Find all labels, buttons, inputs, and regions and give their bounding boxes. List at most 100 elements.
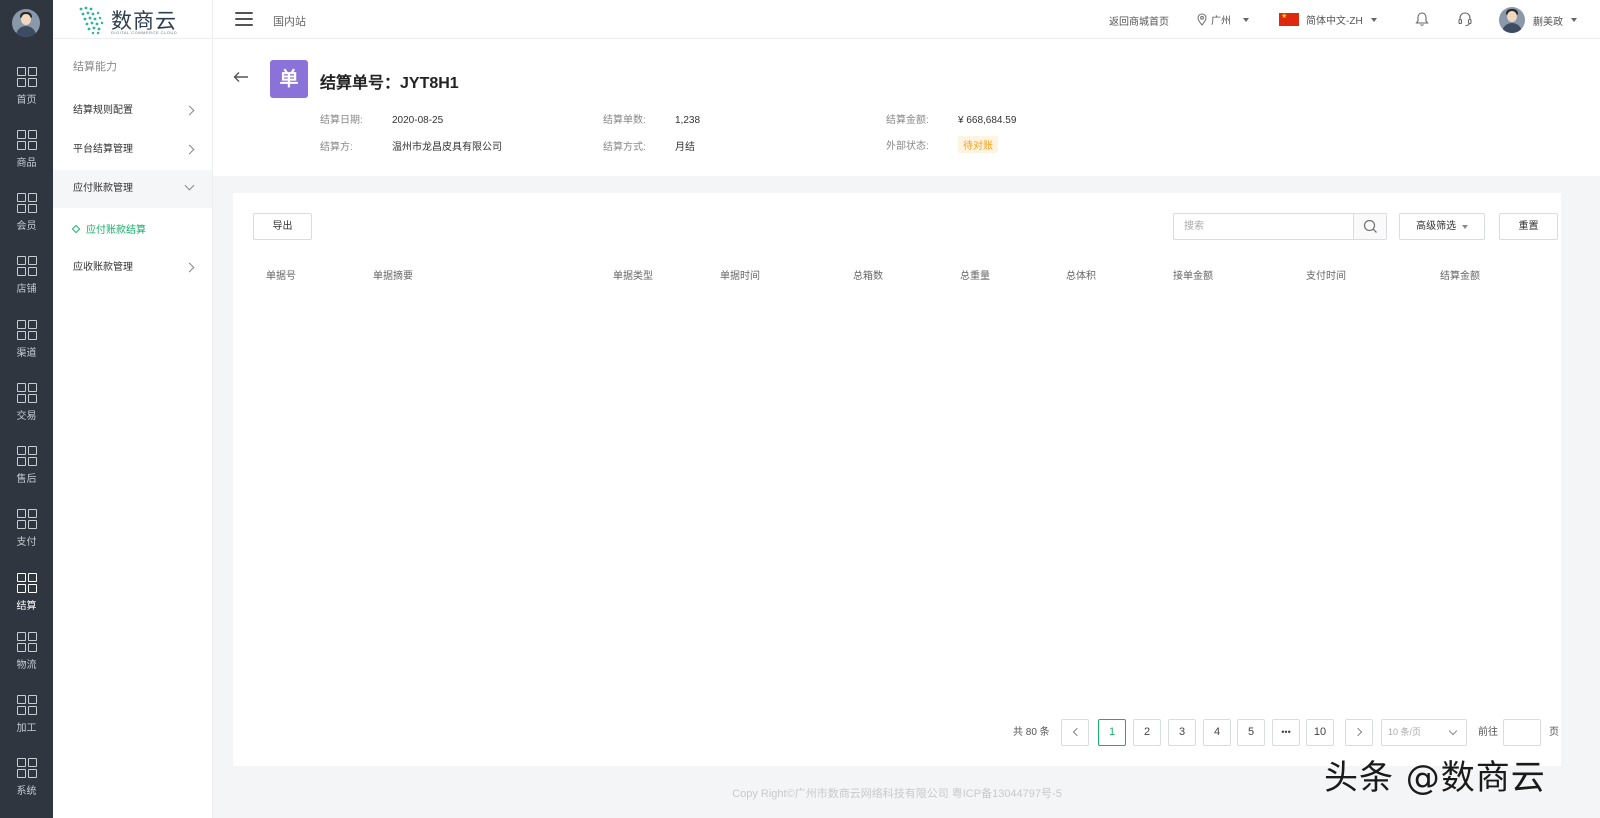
meta-value: ¥ 668,684.59 — [958, 115, 1017, 126]
column-header[interactable]: 单据号 — [266, 267, 296, 282]
meta-key: 外部状态: — [886, 141, 929, 152]
rail-item-trade[interactable]: 交易 — [0, 383, 53, 439]
back-to-mall-link[interactable]: 返回商城首页 — [1109, 13, 1169, 28]
page-unit-label: 页 — [1549, 727, 1559, 738]
table-header: 单据号 单据摘要 单据类型 单据时间 总箱数 总重量 总体积 接单金额 支付时间… — [233, 267, 1561, 287]
page-button[interactable]: 1 — [1098, 719, 1126, 746]
chevron-right-icon — [1353, 727, 1362, 737]
sidebar-item-label: 结算规则配置 — [73, 105, 133, 116]
logo[interactable]: 数商云 DIGITAL COMMERCE CLOUD — [77, 3, 197, 37]
back-arrow-icon[interactable] — [233, 71, 249, 83]
logo-mark-icon — [79, 6, 104, 35]
menu-toggle-icon[interactable] — [235, 12, 253, 26]
chevron-down-icon — [184, 180, 195, 191]
rail-item-home[interactable]: 首页 — [0, 67, 53, 123]
grid-icon — [16, 383, 37, 403]
page-button[interactable]: 10 — [1306, 719, 1334, 746]
rail-item-label: 物流 — [16, 660, 37, 671]
status-badge: 待对账 — [958, 136, 998, 153]
rail-item-label: 结算 — [16, 601, 37, 612]
column-header[interactable]: 单据摘要 — [373, 267, 413, 282]
page-button[interactable]: 2 — [1133, 719, 1161, 746]
chevron-right-icon — [184, 262, 195, 273]
language-selector[interactable]: 简体中文-ZH — [1279, 12, 1377, 27]
grid-icon — [16, 758, 37, 778]
rail-item-payment[interactable]: 支付 — [0, 509, 53, 565]
sidebar-item-receivables[interactable]: 应收账款管理 — [53, 249, 212, 287]
headset-icon[interactable] — [1457, 11, 1473, 27]
column-header[interactable]: 单据时间 — [720, 267, 760, 282]
rail-item-label: 首页 — [16, 95, 37, 106]
column-header[interactable]: 总箱数 — [853, 267, 883, 282]
sidebar-item-platform-settlement[interactable]: 平台结算管理 — [53, 131, 212, 169]
rail-item-settlement[interactable]: 结算 — [0, 573, 53, 629]
rail-item-label: 加工 — [16, 723, 37, 734]
top-header: 数商云 DIGITAL COMMERCE CLOUD 国内站 返回商城首页 广州… — [53, 0, 1600, 39]
column-header[interactable]: 结算金额 — [1440, 267, 1480, 282]
meta-value: 温州市龙昌皮具有限公司 — [392, 142, 502, 153]
column-header[interactable]: 单据类型 — [613, 267, 653, 282]
grid-icon — [16, 695, 37, 715]
page-button[interactable]: 4 — [1203, 719, 1231, 746]
rail-item-label: 系统 — [16, 786, 37, 797]
page-size-select[interactable]: 10 条/页 — [1381, 719, 1467, 746]
rail-item-label: 交易 — [16, 411, 37, 422]
advanced-filter-button[interactable]: 高级筛选 — [1399, 213, 1485, 240]
rail-item-products[interactable]: 商品 — [0, 130, 53, 186]
meta-settlement-date: 结算日期: 2020-08-25 — [320, 111, 443, 126]
rail-item-processing[interactable]: 加工 — [0, 695, 53, 751]
page-size-value: 10 条/页 — [1388, 727, 1422, 737]
diamond-icon — [71, 224, 81, 233]
rail-item-label: 支付 — [16, 537, 37, 548]
export-button[interactable]: 导出 — [253, 213, 312, 240]
sidebar-item-payables[interactable]: 应付账款管理 — [53, 170, 212, 208]
secondary-sidebar: 结算能力 结算规则配置 平台结算管理 应付账款管理 应付账款结算 应收账款管理 — [53, 39, 213, 818]
meta-key: 结算金额: — [886, 115, 929, 126]
goto-page-input[interactable] — [1503, 719, 1541, 746]
caret-down-icon — [1461, 225, 1468, 229]
china-flag-icon — [1279, 12, 1299, 26]
brand-watermark: 头条 @数商云 — [1324, 758, 1546, 798]
search-input[interactable] — [1174, 214, 1350, 239]
avatar — [1499, 7, 1525, 33]
user-menu[interactable]: 蒯美政 — [1499, 7, 1577, 33]
search-button[interactable] — [1353, 214, 1386, 239]
page-button[interactable]: 3 — [1168, 719, 1196, 746]
page-ellipsis[interactable]: ••• — [1272, 719, 1300, 746]
bell-icon[interactable] — [1415, 11, 1429, 27]
rail-item-stores[interactable]: 店铺 — [0, 256, 53, 312]
meta-key: 结算方式: — [603, 142, 646, 153]
meta-settlement-method: 结算方式: 月结 — [603, 138, 695, 153]
chevron-left-icon — [1072, 727, 1081, 737]
rail-item-label: 售后 — [16, 474, 37, 485]
meta-value: 1,238 — [675, 115, 701, 126]
site-label[interactable]: 国内站 — [273, 13, 306, 29]
rail-item-members[interactable]: 会员 — [0, 193, 53, 249]
rail-item-channels[interactable]: 渠道 — [0, 320, 53, 376]
sidebar-item-settlement-rules[interactable]: 结算规则配置 — [53, 92, 212, 130]
username: 蒯美政 — [1533, 16, 1563, 28]
rail-avatar[interactable] — [12, 9, 40, 37]
grid-icon — [16, 67, 37, 87]
settlement-table-card: 导出 高级筛选 重置 单据号 单据摘要 单据类型 单据时间 总箱数 总重量 总体… — [233, 193, 1561, 766]
city-label: 广州 — [1211, 16, 1231, 27]
rail-item-system[interactable]: 系统 — [0, 758, 53, 814]
sidebar-subitem-payable-settlement[interactable]: 应付账款结算 — [71, 221, 146, 236]
column-header[interactable]: 接单金额 — [1173, 267, 1213, 282]
rail-item-aftersale[interactable]: 售后 — [0, 446, 53, 502]
rail-item-logistics[interactable]: 物流 — [0, 632, 53, 688]
logo-subtitle: DIGITAL COMMERCE CLOUD — [111, 30, 178, 35]
chevron-right-icon — [184, 105, 195, 116]
column-header[interactable]: 总重量 — [960, 267, 990, 282]
page-button[interactable]: 5 — [1237, 719, 1265, 746]
column-header[interactable]: 总体积 — [1066, 267, 1096, 282]
grid-icon — [16, 446, 37, 466]
reset-button[interactable]: 重置 — [1499, 213, 1558, 240]
next-page-button[interactable] — [1345, 719, 1373, 746]
column-header[interactable]: 支付时间 — [1306, 267, 1346, 282]
sidebar-item-label: 应收账款管理 — [73, 262, 133, 273]
chevron-right-icon — [184, 144, 195, 155]
prev-page-button[interactable] — [1061, 719, 1089, 746]
city-selector[interactable]: 广州 — [1197, 12, 1249, 27]
main-nav-rail: 首页 商品 会员 店铺 渠道 交易 售后 支付 结算 物流 加工 系统 — [0, 0, 53, 818]
